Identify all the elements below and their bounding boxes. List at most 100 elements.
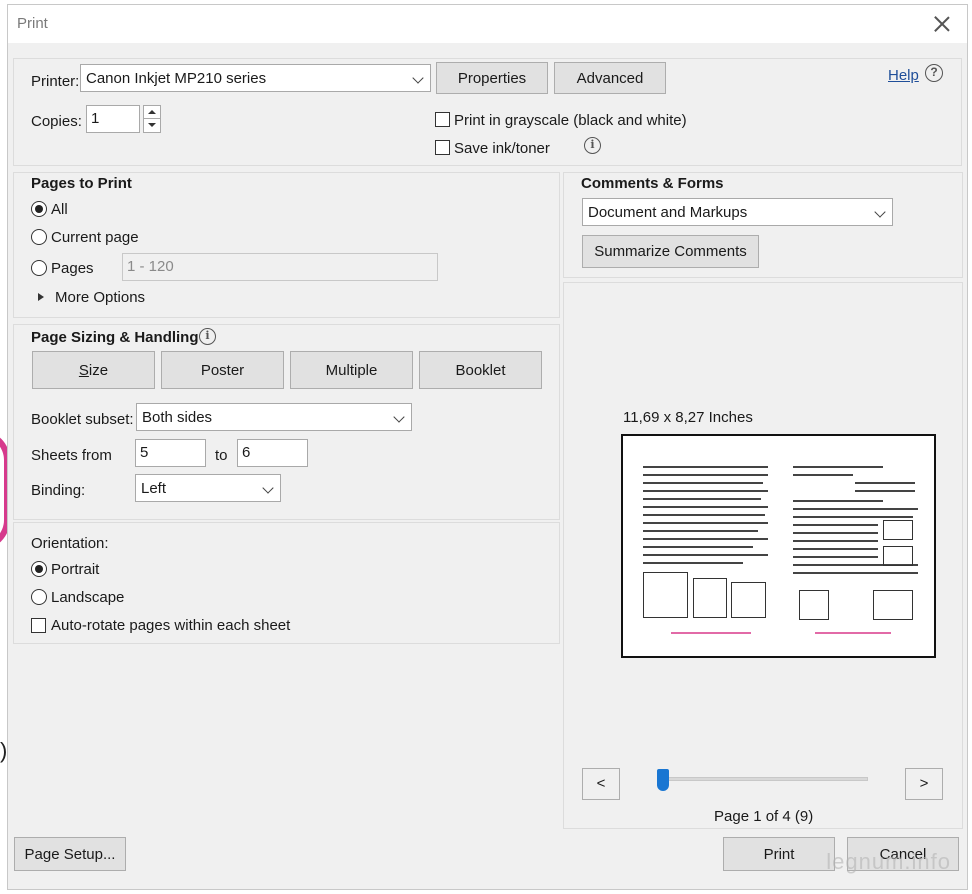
autorotate-checkbox[interactable] [31,618,46,633]
properties-button-label: Properties [457,70,527,87]
paper-size-text: 11,69 x 8,27 Inches [623,409,753,426]
print-button[interactable]: Print [723,837,835,871]
watermark: legnum.info [826,849,951,874]
page-setup-button[interactable]: Page Setup... [14,837,126,871]
copies-input[interactable]: 1 [86,105,140,133]
printer-label: Printer: [31,73,80,90]
printer-panel: Printer: Canon Inkjet MP210 series Prope… [13,58,962,166]
help-link[interactable]: Help [888,67,919,84]
page-sizing-panel: Page Sizing & Handling i Size Poster Mul… [13,324,560,520]
page-slider-track[interactable] [662,777,868,781]
sheets-from-label: Sheets from [31,447,112,464]
comments-heading: Comments & Forms [581,175,724,192]
preview-illustration [883,520,913,540]
stepper-up-icon[interactable] [144,106,160,119]
tab-booklet[interactable]: Booklet [419,351,542,389]
help-icon[interactable]: ? [925,64,943,82]
save-ink-label: Save ink/toner [454,140,550,157]
close-icon[interactable] [931,13,953,35]
pages-to-print-heading: Pages to Print [31,175,132,192]
grayscale-checkbox[interactable] [435,112,450,127]
binding-label: Binding: [31,482,86,499]
summarize-comments-button[interactable]: Summarize Comments [582,235,759,268]
tab-size[interactable]: Size [32,351,155,389]
sheets-from-input[interactable]: 5 [135,439,206,467]
tab-poster[interactable]: Poster [161,351,284,389]
landscape-label: Landscape [51,589,125,606]
copies-stepper[interactable] [143,105,161,133]
preview-illustration [731,582,766,618]
portrait-radio[interactable] [31,561,47,577]
chevron-down-icon [393,411,405,423]
tab-size-label: Size [78,362,109,379]
page-range-input[interactable]: 1 - 120 [122,253,438,281]
page-preview [621,434,936,658]
print-dialog: Print Printer: Canon Inkjet MP210 series… [7,4,968,890]
page-slider-thumb[interactable] [657,769,669,791]
binding-select[interactable]: Left [135,474,281,502]
portrait-label: Portrait [51,561,100,578]
booklet-subset-value: Both sides [142,409,213,426]
tab-multiple-label: Multiple [325,362,378,379]
previous-page-label: < [596,775,606,792]
advanced-button-label: Advanced [576,70,644,87]
copies-value: 1 [91,110,100,127]
preview-illustration [643,572,688,618]
page-sizing-heading: Page Sizing & Handling [31,329,199,346]
more-options-label[interactable]: More Options [55,289,145,306]
preview-panel: 11,69 x 8,27 Inches < > Page 1 of 4 (9) [563,282,963,829]
booklet-subset-select[interactable]: Both sides [136,403,412,431]
printer-select[interactable]: Canon Inkjet MP210 series [80,64,431,92]
preview-illustration [799,590,829,620]
print-label: Print [763,846,795,863]
grayscale-label: Print in grayscale (black and white) [454,112,687,129]
preview-left-page [631,444,776,648]
tab-poster-label: Poster [200,362,245,379]
sheets-to-value: 6 [242,444,251,461]
all-pages-radio[interactable] [31,201,47,217]
landscape-radio[interactable] [31,589,47,605]
properties-button[interactable]: Properties [436,62,548,94]
save-ink-checkbox[interactable] [435,140,450,155]
page-indicator: Page 1 of 4 (9) [714,808,814,825]
preview-illustration [873,590,913,620]
window-title: Print [17,15,48,32]
summarize-comments-label: Summarize Comments [594,243,747,260]
stepper-down-icon[interactable] [144,119,160,132]
binding-value: Left [141,480,167,497]
current-page-radio[interactable] [31,229,47,245]
expand-triangle-icon[interactable] [38,293,44,301]
info-icon[interactable]: i [584,137,601,154]
sheets-from-value: 5 [140,444,149,461]
comments-select[interactable]: Document and Markups [582,198,893,226]
sheets-to-label: to [215,447,228,464]
copies-label: Copies: [31,113,82,130]
preview-illustration [693,578,727,618]
sheets-to-input[interactable]: 6 [237,439,308,467]
preview-right-page [785,444,930,648]
orientation-heading: Orientation: [31,535,109,552]
next-page-label: > [919,775,929,792]
all-pages-label: All [51,201,68,218]
comments-value: Document and Markups [588,204,748,221]
printer-value: Canon Inkjet MP210 series [86,70,267,87]
advanced-button[interactable]: Advanced [554,62,666,94]
previous-page-button[interactable]: < [582,768,620,800]
booklet-subset-label: Booklet subset: [31,411,134,428]
chevron-down-icon [262,482,274,494]
orientation-panel: Orientation: Portrait Landscape Auto-rot… [13,522,560,644]
chevron-down-icon [412,72,424,84]
tab-multiple[interactable]: Multiple [290,351,413,389]
autorotate-label: Auto-rotate pages within each sheet [51,617,291,634]
page-range-radio[interactable] [31,260,47,276]
title-bar: Print [8,5,967,43]
tab-booklet-label: Booklet [455,362,506,379]
page-range-placeholder: 1 - 120 [127,258,174,275]
info-icon[interactable]: i [199,328,216,345]
chevron-down-icon [874,206,886,218]
next-page-button[interactable]: > [905,768,943,800]
preview-illustration [883,546,913,566]
page-range-label: Pages [51,260,94,277]
comments-panel: Comments & Forms Document and Markups Su… [563,172,963,278]
page-setup-label: Page Setup... [24,846,116,863]
